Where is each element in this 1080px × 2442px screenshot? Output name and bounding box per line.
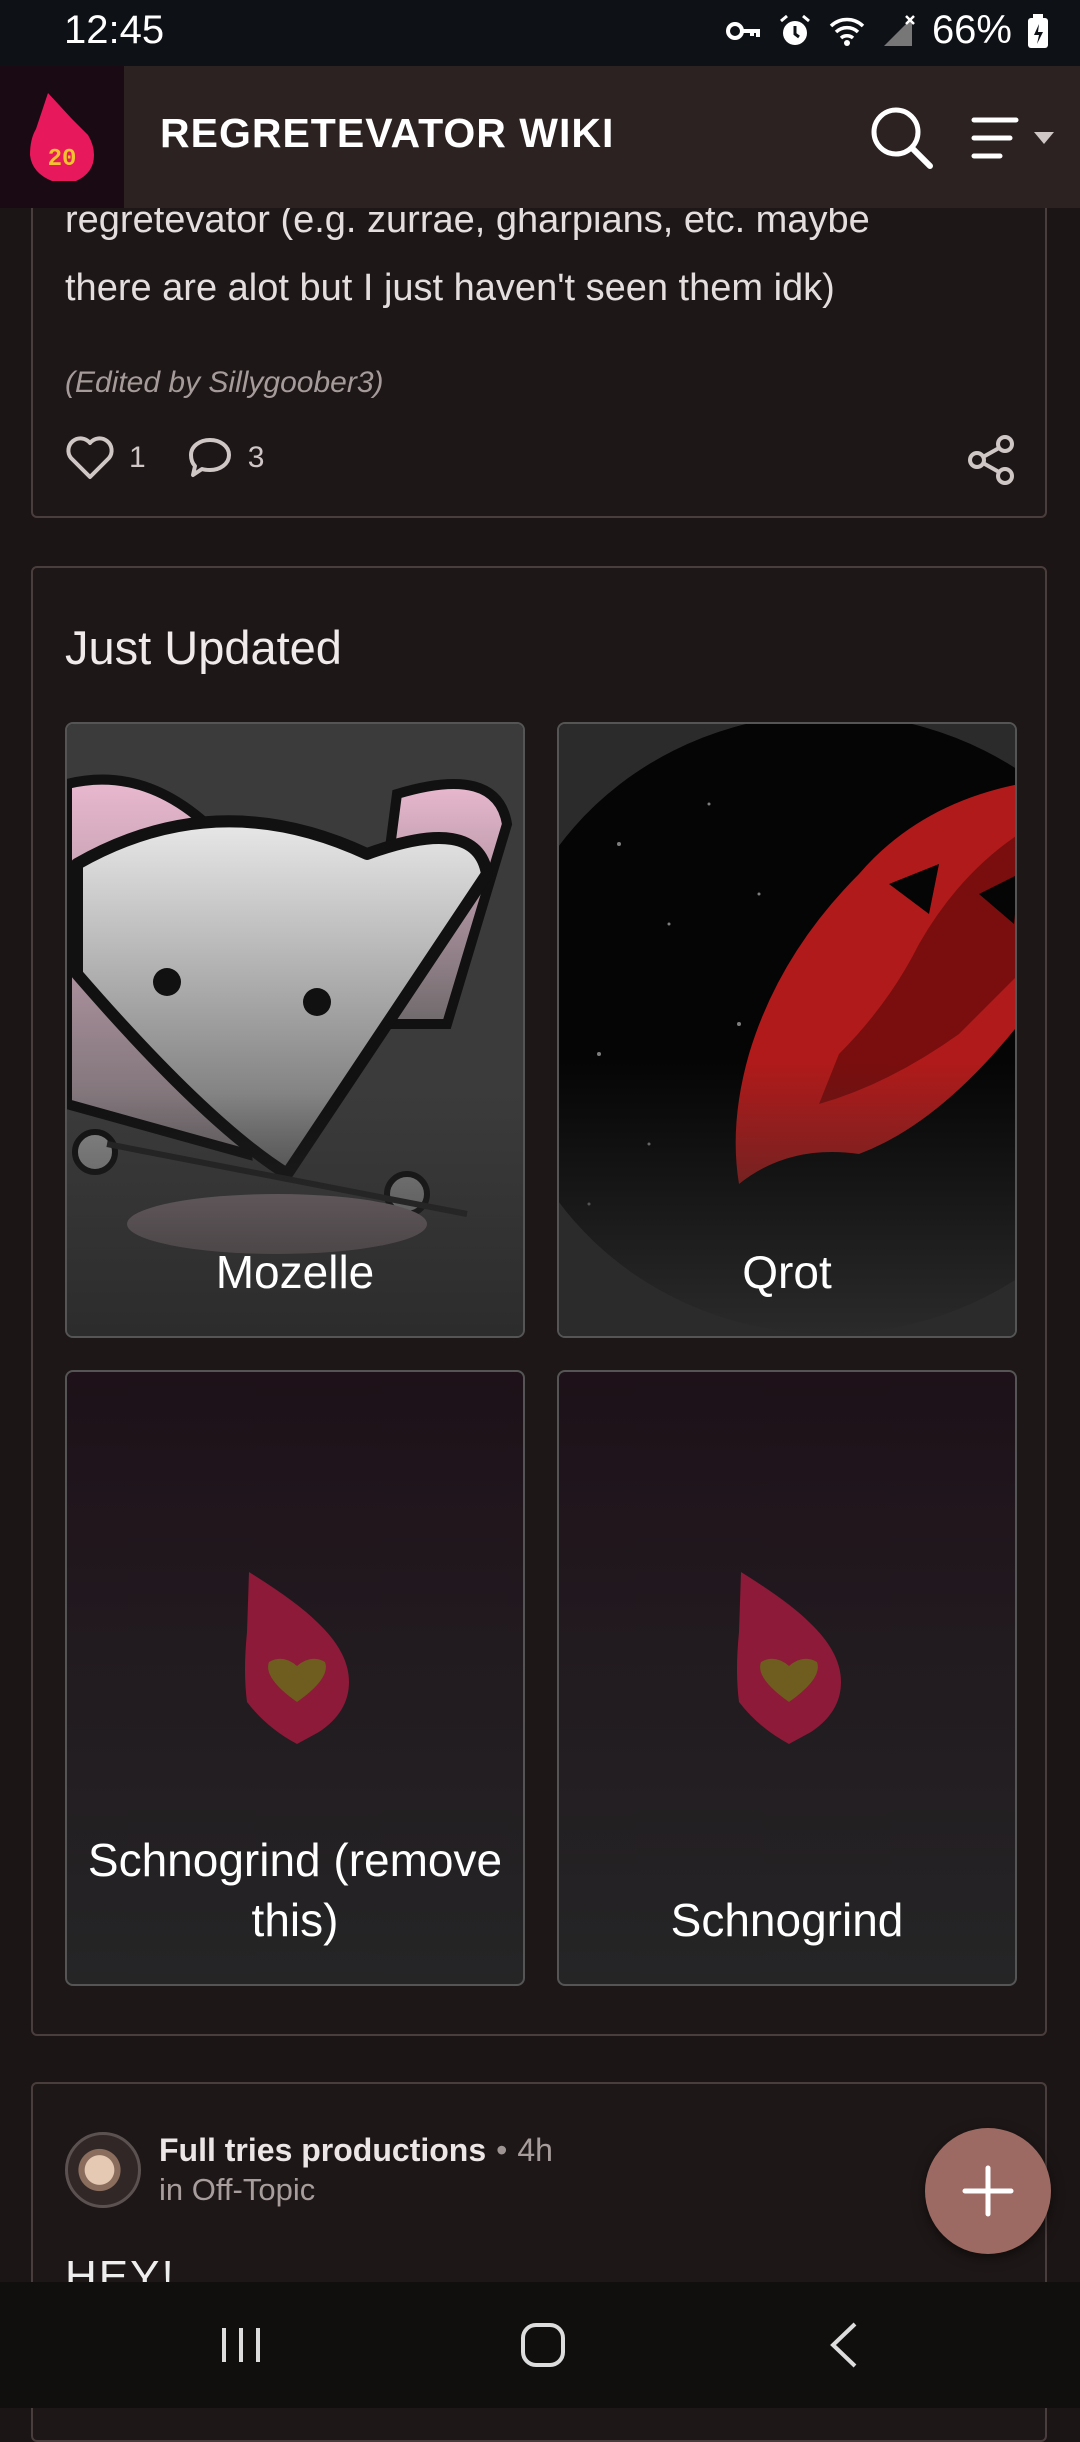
vpn-key-icon (725, 21, 760, 40)
like-button[interactable]: 1 (65, 435, 146, 481)
like-count: 1 (129, 441, 146, 474)
share-icon[interactable] (965, 434, 1017, 486)
battery-icon (1028, 13, 1048, 48)
page-card-qrot[interactable]: Qrot (557, 722, 1017, 1338)
comment-button[interactable]: 3 (186, 434, 265, 482)
recent-apps-icon[interactable] (206, 2312, 276, 2378)
create-post-button[interactable] (925, 2128, 1051, 2254)
back-icon[interactable] (810, 2312, 880, 2378)
wiki-title[interactable]: REGRETEVATOR WIKI (160, 110, 614, 157)
flame-logo-icon: 20 (30, 93, 94, 181)
comment-count: 3 (247, 441, 265, 474)
status-bar: 12:45 66% (0, 0, 1080, 66)
page-card-schnogrind-remove[interactable]: Schnogrind (remove this) (65, 1370, 525, 1986)
system-nav-bar (0, 2282, 1080, 2408)
post-category[interactable]: in Off-Topic (159, 2172, 315, 2208)
post-author-line: Full tries productions • 4h (159, 2132, 553, 2169)
post-time: 4h (517, 2132, 553, 2168)
just-updated-module: Just Updated Mozelle Qrot Schnogrind (re… (31, 566, 1047, 2036)
author-name[interactable]: Full tries productions (159, 2132, 486, 2168)
home-icon[interactable] (508, 2312, 578, 2378)
page-card-schnogrind[interactable]: Schnogrind (557, 1370, 1017, 1986)
alarm-icon (779, 14, 810, 45)
page-card-mozelle[interactable]: Mozelle (65, 722, 525, 1338)
wifi-icon (829, 17, 865, 46)
signal-icon (883, 14, 915, 46)
separator-dot: • (496, 2132, 508, 2168)
post-text-line: there are alot but I just haven't seen t… (65, 267, 835, 309)
search-icon[interactable] (866, 102, 936, 172)
page-card-title: Mozelle (215, 1246, 375, 1298)
page-card-title: Schnogrind (670, 1894, 904, 1946)
just-updated-heading: Just Updated (65, 621, 342, 674)
status-icons: 66% (724, 8, 1050, 53)
avatar[interactable] (65, 2132, 141, 2208)
comment-icon (188, 438, 231, 477)
edited-note: (Edited by Sillygoober3) (65, 366, 384, 399)
wiki-logo[interactable]: 20 (0, 66, 124, 208)
logo-number: 20 (48, 146, 77, 173)
page-card-title: Schnogrind (remove this) (87, 1834, 503, 1946)
post-actions: 1 3 (65, 434, 304, 482)
menu-icon[interactable] (970, 110, 1060, 166)
heart-icon (66, 436, 114, 479)
discussion-post-card[interactable]: regretevator (e.g. zurrae, gharpians, et… (31, 170, 1047, 518)
battery-percent: 66% (931, 8, 1012, 52)
page-card-title: Qrot (742, 1246, 832, 1298)
plus-icon (962, 2165, 1014, 2217)
wiki-header: 20 REGRETEVATOR WIKI (0, 66, 1080, 208)
status-time: 12:45 (64, 8, 165, 52)
